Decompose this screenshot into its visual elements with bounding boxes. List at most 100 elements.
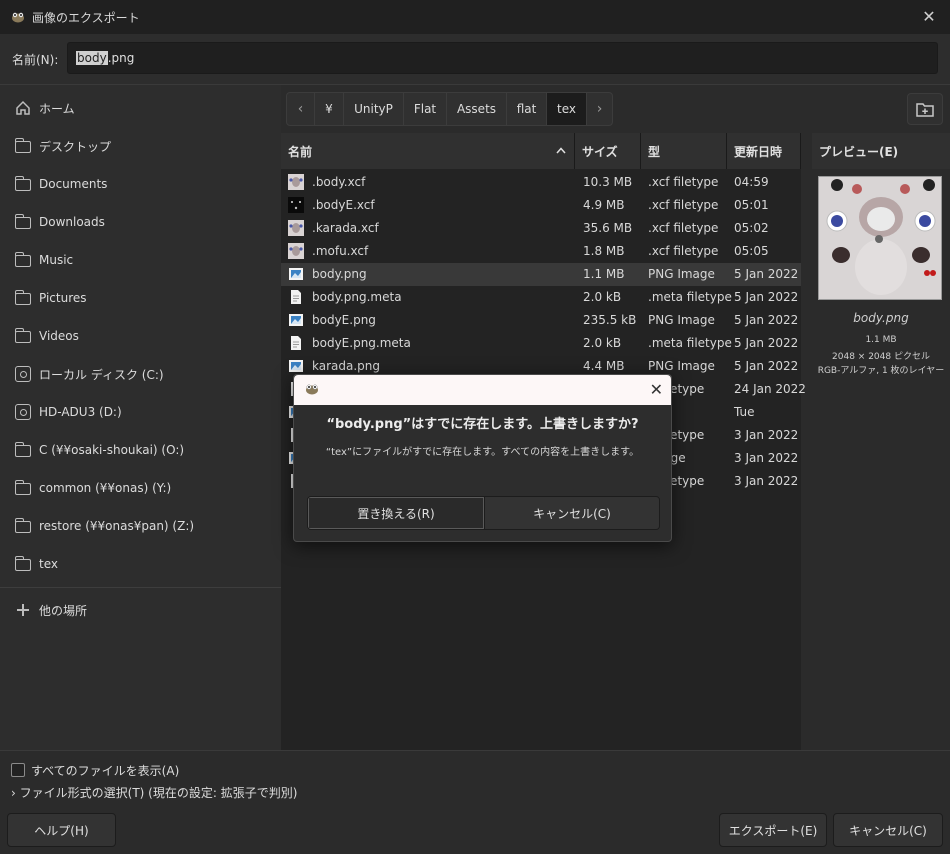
file-type-cell: .xcf filetype [648, 198, 719, 212]
plus-icon [17, 604, 29, 616]
file-name-cell: body.png.meta [312, 290, 402, 304]
file-size-cell: 2.0 kB [583, 290, 622, 304]
sidebar-item-pictures[interactable]: Pictures [0, 279, 281, 317]
folder-icon [15, 328, 31, 343]
column-header-name[interactable]: 名前 [281, 133, 575, 169]
file-modified-cell: 5 Jan 2022 [734, 313, 799, 327]
table-row[interactable]: body.png 1.1 MB PNG Image 5 Jan 2022 [281, 263, 801, 286]
image-file-icon [288, 358, 304, 374]
file-name-cell: karada.png [312, 359, 381, 373]
preview-image [819, 177, 941, 299]
sidebar-item-network-o[interactable]: C (¥¥osaki-shoukai) (O:) [0, 431, 281, 469]
file-modified-cell: 5 Jan 2022 [734, 359, 799, 373]
sidebar-item-label: Pictures [39, 291, 87, 305]
path-crumb-unityp[interactable]: UnityP [344, 93, 404, 125]
sidebar-item-hd-adu3-d[interactable]: HD-ADU3 (D:) [0, 393, 281, 431]
column-header-type[interactable]: 型 [641, 133, 727, 169]
file-modified-cell: 04:59 [734, 175, 769, 189]
path-scroll-right-button[interactable]: › [587, 93, 612, 125]
create-folder-button[interactable] [907, 93, 943, 125]
path-crumb-flat[interactable]: flat [507, 93, 547, 125]
preview-thumbnail [818, 176, 942, 300]
dialog-titlebar: ✕ [294, 375, 671, 405]
places-sidebar: ホーム デスクトップ Documents Downloads Music Pic… [0, 84, 281, 750]
table-row[interactable]: .body.xcf 10.3 MB .xcf filetype 04:59 [281, 171, 801, 194]
overwrite-confirm-dialog: ✕ “body.png”はすでに存在します。上書きしますか? “tex”にファイ… [293, 374, 672, 542]
dialog-button-group: 置き換える(R) キャンセル(C) [307, 496, 660, 530]
file-type-cell: PNG Image [648, 267, 715, 281]
filename-selected-text: body [76, 51, 108, 65]
table-row[interactable]: .bodyE.xcf 4.9 MB .xcf filetype 05:01 [281, 194, 801, 217]
file-modified-cell: 05:02 [734, 221, 769, 235]
image-file-icon [288, 312, 304, 328]
gimp-app-icon [12, 12, 24, 23]
file-modified-cell: 3 Jan 2022 [734, 428, 799, 442]
dialog-message: “tex”にファイルがすでに存在します。すべての内容を上書きします。 [325, 447, 640, 458]
path-crumb-assets[interactable]: Assets [447, 93, 507, 125]
dialog-cancel-button[interactable]: キャンセル(C) [484, 497, 659, 529]
gimp-app-icon [306, 384, 318, 395]
dialog-footer: すべてのファイルを表示(A) › ファイル形式の選択(T) (現在の設定: 拡張… [0, 750, 950, 854]
sidebar-item-network-y[interactable]: common (¥¥onas) (Y:) [0, 469, 281, 507]
preview-header: プレビュー(E) [812, 133, 950, 169]
file-type-cell: .xcf filetype [648, 244, 719, 258]
file-modified-cell: 5 Jan 2022 [734, 290, 799, 304]
sidebar-item-documents[interactable]: Documents [0, 165, 281, 203]
help-button[interactable]: ヘルプ(H) [7, 813, 116, 847]
window-close-icon[interactable]: ✕ [920, 8, 938, 26]
path-scroll-left-button[interactable]: ‹ [287, 93, 315, 125]
show-all-files-checkbox[interactable] [11, 763, 25, 777]
file-type-cell: PNG Image [648, 313, 715, 327]
file-type-cell: .xcf filetype [648, 221, 719, 235]
table-row[interactable]: body.png.meta 2.0 kB .meta filetype 5 Jan 2… [281, 286, 801, 309]
sidebar-item-downloads[interactable]: Downloads [0, 203, 281, 241]
file-modified-cell: 5 Jan 2022 [734, 267, 799, 281]
document-file-icon [288, 289, 304, 305]
folder-icon [15, 442, 31, 457]
window-title: 画像のエクスポート [32, 10, 140, 25]
file-size-cell: 1.8 MB [583, 244, 625, 258]
column-header-modified[interactable]: 更新日時 [727, 133, 801, 169]
dialog-close-icon[interactable]: ✕ [650, 380, 663, 399]
sidebar-item-label: Music [39, 253, 74, 267]
table-row[interactable]: .karada.xcf 35.6 MB .xcf filetype 05:02 [281, 217, 801, 240]
sidebar-item-desktop[interactable]: デスクトップ [0, 127, 281, 165]
sidebar-item-home[interactable]: ホーム [0, 89, 281, 127]
file-name-cell: .bodyE.xcf [312, 198, 375, 212]
file-type-cell: .meta filetype [648, 290, 732, 304]
file-size-cell: 35.6 MB [583, 221, 633, 235]
path-crumb-tex[interactable]: tex [547, 93, 587, 125]
sidebar-item-other-places[interactable]: 他の場所 [0, 591, 281, 629]
table-row[interactable]: bodyE.png.meta 2.0 kB .meta filetype 5 Jan … [281, 332, 801, 355]
folder-icon [15, 480, 31, 495]
filename-row: 名前(N): body .png [0, 34, 950, 84]
cancel-button[interactable]: キャンセル(C) [833, 813, 943, 847]
file-size-cell: 10.3 MB [583, 175, 633, 189]
path-crumb-flat-upper[interactable]: Flat [404, 93, 447, 125]
window-titlebar: 画像のエクスポート ✕ [0, 0, 950, 34]
home-icon [16, 100, 30, 115]
export-button[interactable]: エクスポート(E) [719, 813, 827, 847]
file-name-cell: body.png [312, 267, 367, 281]
sidebar-item-music[interactable]: Music [0, 241, 281, 279]
path-crumb-root[interactable]: ¥ [315, 93, 344, 125]
sidebar-item-tex[interactable]: tex [0, 545, 281, 583]
filename-input[interactable]: body .png [67, 42, 938, 74]
file-modified-cell: 3 Jan 2022 [734, 451, 799, 465]
table-row[interactable]: bodyE.png 235.5 kB PNG Image 5 Jan 2022 [281, 309, 801, 332]
sidebar-item-network-z[interactable]: restore (¥¥onas¥pan) (Z:) [0, 507, 281, 545]
sidebar-item-label: tex [39, 557, 58, 571]
column-header-size[interactable]: サイズ [575, 133, 641, 169]
preview-file-size: 1.1 MB [865, 335, 897, 345]
sidebar-item-label: restore (¥¥onas¥pan) (Z:) [39, 519, 195, 533]
file-type-expander[interactable]: › ファイル形式の選択(T) (現在の設定: 拡張子で判別) [11, 784, 297, 801]
sidebar-item-label: C (¥¥osaki-shoukai) (O:) [39, 443, 185, 457]
sidebar-item-label: ローカル ディスク (C:) [39, 367, 164, 382]
sidebar-item-videos[interactable]: Videos [0, 317, 281, 355]
folder-icon [15, 252, 31, 267]
table-row[interactable]: .mofu.xcf 1.8 MB .xcf filetype 05:05 [281, 240, 801, 263]
replace-button[interactable]: 置き換える(R) [308, 497, 484, 529]
file-modified-cell: 24 Jan 2022 [734, 382, 806, 396]
sidebar-item-local-disk-c[interactable]: ローカル ディスク (C:) [0, 355, 281, 393]
folder-icon [15, 138, 31, 153]
